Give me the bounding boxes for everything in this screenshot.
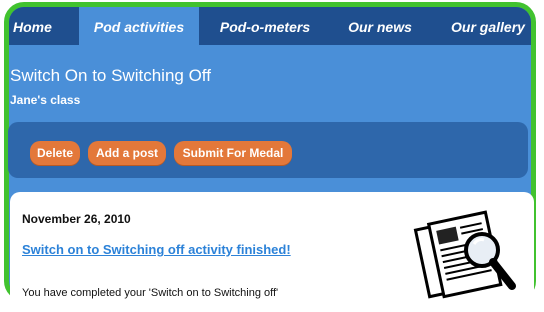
document-magnifier-icon [413,210,516,299]
submit-for-medal-button[interactable]: Submit For Medal [174,141,292,165]
class-name: Jane's class [10,93,81,107]
tab-pod-o-meters[interactable]: Pod-o-meters [205,7,325,45]
top-nav: Home Pod activities Pod-o-meters Our new… [9,7,531,45]
page-title: Switch On to Switching Off [10,66,211,85]
action-toolbar: Delete Add a post Submit For Medal [8,122,528,178]
add-post-button[interactable]: Add a post [88,141,166,165]
post-date: November 26, 2010 [22,212,131,226]
tab-pod-activities[interactable]: Pod activities [79,7,199,45]
tab-home[interactable]: Home [9,7,71,45]
post-title-link[interactable]: Switch on to Switching off activity fini… [22,239,322,261]
delete-button[interactable]: Delete [30,141,80,165]
tab-our-news[interactable]: Our news [339,7,421,45]
tab-our-gallery[interactable]: Our gallery [435,7,531,45]
post-excerpt: You have completed your 'Switch on to Sw… [22,287,279,299]
